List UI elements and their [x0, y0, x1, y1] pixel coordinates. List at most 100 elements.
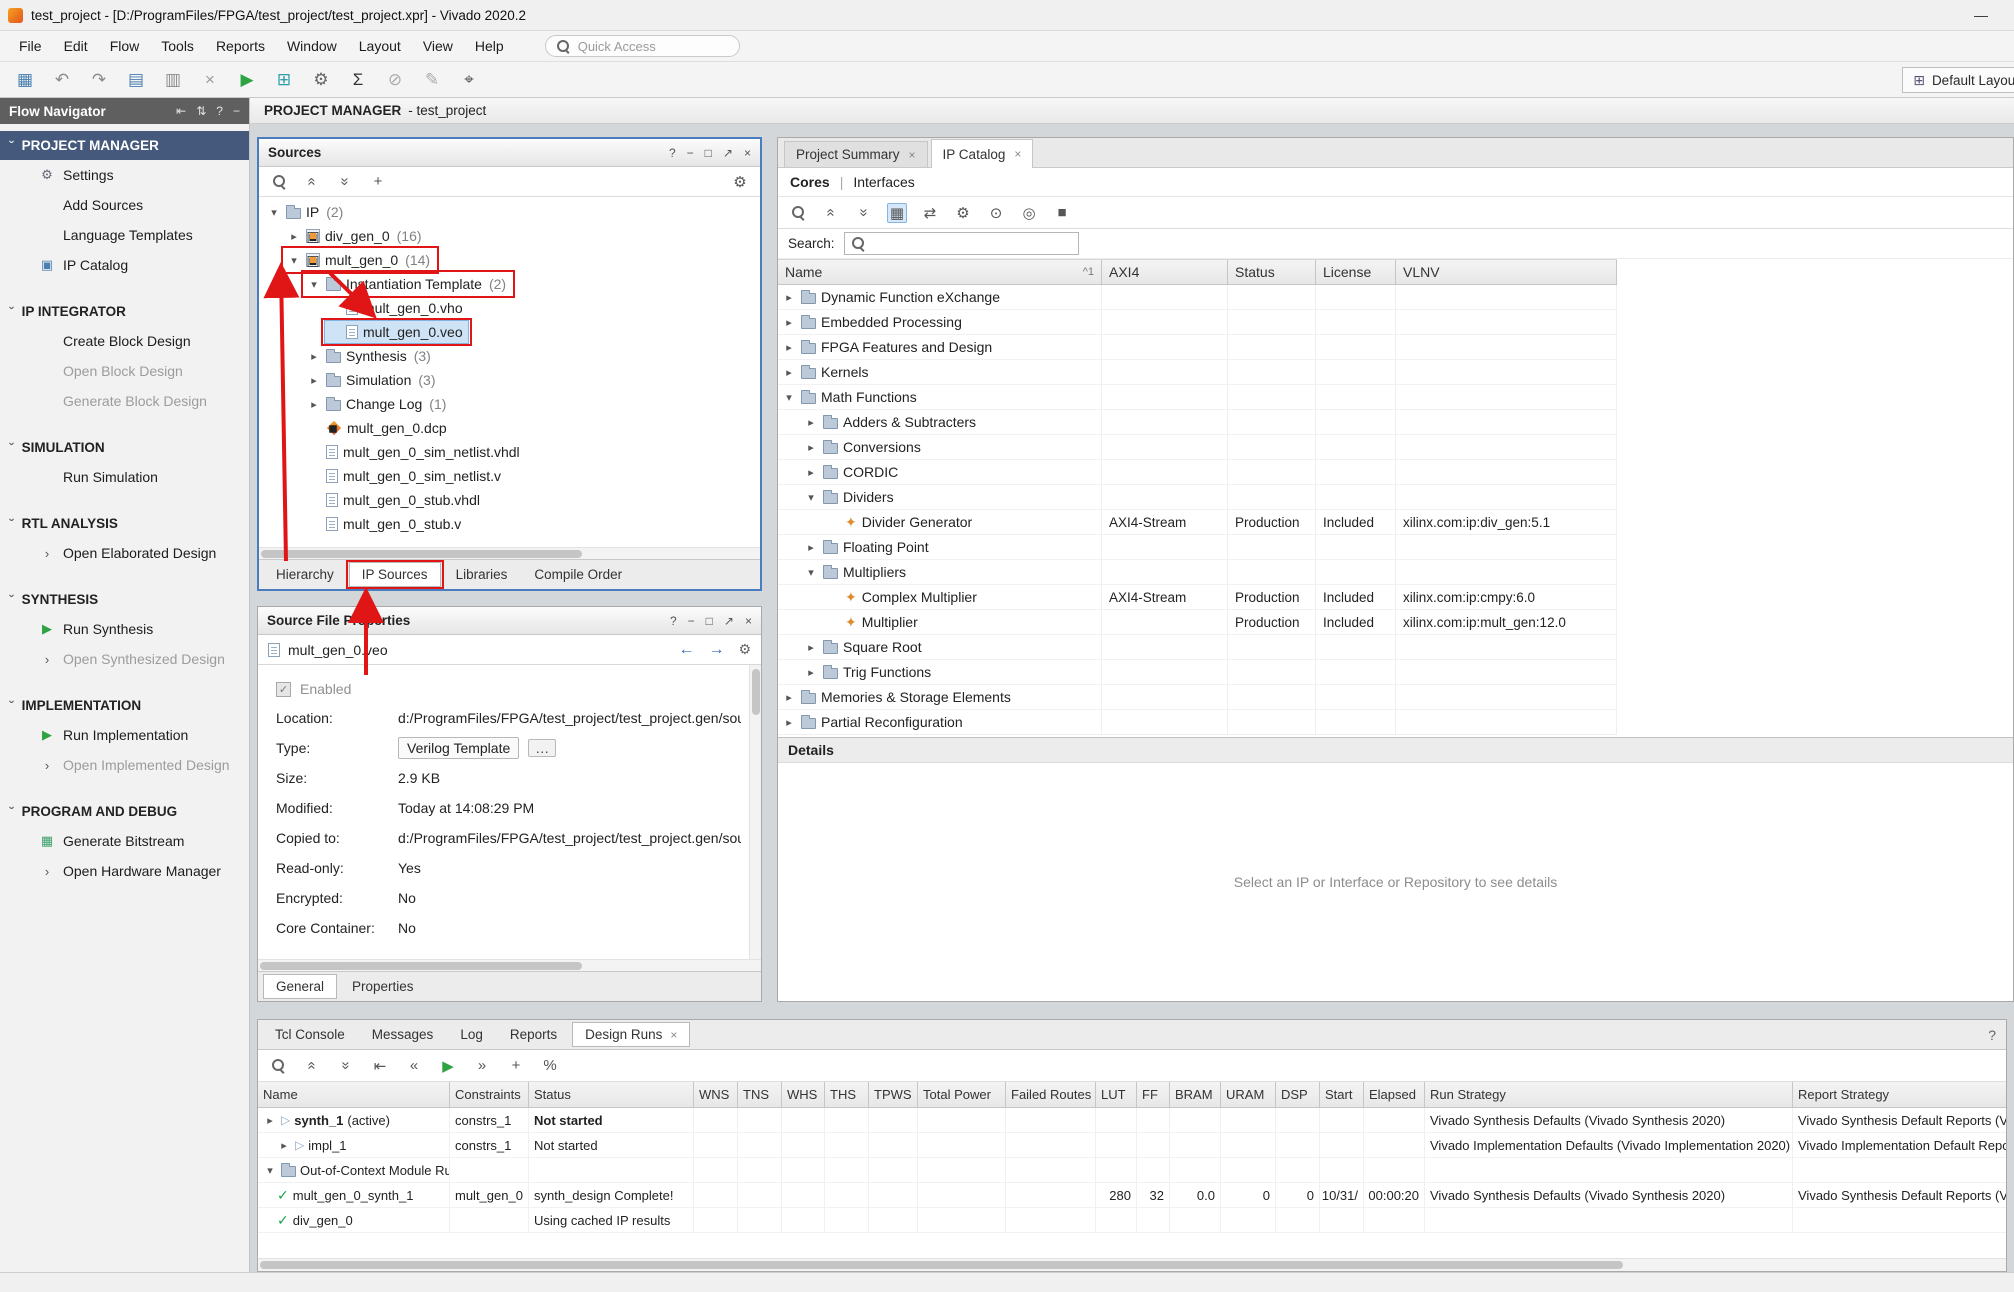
runs-column-header-report-strategy[interactable]: Report Strategy	[1793, 1082, 2014, 1107]
enabled-checkbox[interactable]: ✓	[276, 682, 291, 697]
scrollbar-thumb[interactable]	[261, 550, 582, 558]
properties-vertical-scrollbar[interactable]	[749, 665, 761, 959]
toolbar-delete-icon[interactable]: ×	[199, 69, 221, 91]
runs-column-header-whs[interactable]: WHS	[782, 1082, 825, 1107]
flow-item-language-templates[interactable]: Language Templates	[0, 220, 249, 250]
ip-row-multipliers[interactable]: ▾Multipliers	[778, 560, 1617, 585]
scrollbar-thumb[interactable]	[260, 962, 582, 970]
menu-view[interactable]: View	[412, 33, 464, 59]
ip-search-input[interactable]	[872, 236, 1072, 251]
group-by-category-icon[interactable]: ▦	[887, 203, 907, 223]
tree-item-mult-gen-0[interactable]: ▾▣mult_gen_0 (14)	[259, 248, 760, 272]
tree-item-mult-gen-0-dcp[interactable]: ◆mult_gen_0.dcp	[259, 416, 760, 440]
scrollbar-thumb[interactable]	[260, 1261, 1623, 1269]
flow-section-header-project-manager[interactable]: ˇPROJECT MANAGER	[0, 131, 249, 160]
search-icon[interactable]	[269, 172, 289, 192]
ip-column-header-license[interactable]: License	[1316, 260, 1396, 284]
ellipsis-button[interactable]: …	[528, 739, 556, 757]
properties-tab-general[interactable]: General	[263, 974, 337, 999]
expand-icon[interactable]: ▸	[263, 1114, 277, 1127]
ip-settings-icon[interactable]: ⚙	[953, 203, 973, 223]
expand-icon[interactable]: ▸	[782, 291, 796, 304]
jump-to-start-icon[interactable]: ⇤	[370, 1056, 390, 1076]
tree-item-mult-gen-0-vho[interactable]: mult_gen_0.vho	[259, 296, 760, 320]
ip-row-floating-point[interactable]: ▸Floating Point	[778, 535, 1617, 560]
ip-row-fpga-features-and-design[interactable]: ▸FPGA Features and Design	[778, 335, 1617, 360]
sources-tab-hierarchy[interactable]: Hierarchy	[264, 562, 346, 587]
flow-item-run-synthesis[interactable]: ▶Run Synthesis	[0, 614, 249, 644]
sources-settings-gear-icon[interactable]: ⚙	[730, 172, 750, 192]
ip-column-header-axi4[interactable]: AXI4	[1102, 260, 1228, 284]
flow-section-header-program-and-debug[interactable]: ˇPROGRAM AND DEBUG	[0, 797, 249, 826]
tree-item-mult-gen-0-sim-netlist-v[interactable]: mult_gen_0_sim_netlist.v	[259, 464, 760, 488]
collapse-icon[interactable]: ▾	[267, 206, 281, 219]
ip-row-cordic[interactable]: ▸CORDIC	[778, 460, 1617, 485]
search-icon[interactable]	[788, 203, 808, 223]
sources-tab-libraries[interactable]: Libraries	[444, 562, 520, 587]
runs-column-header-uram[interactable]: URAM	[1221, 1082, 1276, 1107]
ip-row-math-functions[interactable]: ▾Math Functions	[778, 385, 1617, 410]
help-icon[interactable]: ?	[1988, 1027, 1996, 1043]
add-icon[interactable]: +	[368, 172, 388, 192]
ip-row-divider-generator[interactable]: ✦Divider GeneratorAXI4-StreamProductionI…	[778, 510, 1617, 535]
runs-column-header-status[interactable]: Status	[529, 1082, 694, 1107]
collapse-icon[interactable]: ▾	[804, 566, 818, 579]
console-tab-reports[interactable]: Reports	[498, 1022, 569, 1047]
tree-item-simulation[interactable]: ▸Simulation (3)	[259, 368, 760, 392]
run-row-out-of-context-module-runs[interactable]: ▾Out-of-Context Module Runs	[258, 1158, 2006, 1183]
sources-horizontal-scrollbar[interactable]	[259, 547, 760, 559]
expand-icon[interactable]: ▸	[307, 350, 321, 363]
run-row-div-gen-0[interactable]: ✓div_gen_0Using cached IP results	[258, 1208, 2006, 1233]
toolbar-run-icon[interactable]: ▶	[236, 69, 258, 91]
step-forward-icon[interactable]: »	[472, 1056, 492, 1076]
expand-icon[interactable]: ▸	[782, 366, 796, 379]
console-tab-tcl-console[interactable]: Tcl Console	[263, 1022, 357, 1047]
ip-row-multiplier[interactable]: ✦MultiplierProductionIncludedxilinx.com:…	[778, 610, 1617, 635]
tree-item-mult-gen-0-stub-vhdl[interactable]: mult_gen_0_stub.vhdl	[259, 488, 760, 512]
collapse-all-icon[interactable]: «	[821, 203, 841, 223]
expand-icon[interactable]: ▸	[782, 691, 796, 704]
type-value-chip[interactable]: Verilog Template	[398, 737, 519, 759]
ip-row-conversions[interactable]: ▸Conversions	[778, 435, 1617, 460]
runs-column-header-failed-routes[interactable]: Failed Routes	[1006, 1082, 1096, 1107]
ip-status-icon[interactable]: ■	[1052, 203, 1072, 223]
runs-column-header-wns[interactable]: WNS	[694, 1082, 738, 1107]
help-icon[interactable]: ?	[216, 104, 223, 118]
console-tab-log[interactable]: Log	[448, 1022, 495, 1047]
expand-all-icon[interactable]: »	[335, 172, 355, 192]
flow-item-create-block-design[interactable]: Create Block Design	[0, 326, 249, 356]
runs-column-header-dsp[interactable]: DSP	[1276, 1082, 1320, 1107]
expand-icon[interactable]: ▸	[307, 374, 321, 387]
doc-tab-ip-catalog[interactable]: IP Catalog×	[931, 139, 1034, 168]
menu-file[interactable]: File	[8, 33, 53, 59]
toolbar-edit-icon[interactable]: ✎	[421, 69, 443, 91]
ip-row-trig-functions[interactable]: ▸Trig Functions	[778, 660, 1617, 685]
runs-column-header-total-power[interactable]: Total Power	[918, 1082, 1006, 1107]
collapse-icon[interactable]: ▾	[263, 1164, 277, 1177]
ip-row-dividers[interactable]: ▾Dividers	[778, 485, 1617, 510]
tree-item-instantiation-template[interactable]: ▾Instantiation Template (2)	[259, 272, 760, 296]
runs-column-header-name[interactable]: Name	[258, 1082, 450, 1107]
menu-help[interactable]: Help	[464, 33, 515, 59]
toolbar-probe-icon[interactable]: ⌖	[458, 69, 480, 91]
step-back-icon[interactable]: «	[404, 1056, 424, 1076]
generate-license-icon[interactable]: ⊙	[986, 203, 1006, 223]
toolbar-create-bd-icon[interactable]: ⊞	[273, 69, 295, 91]
pane-settings-icon[interactable]: −	[233, 104, 240, 118]
ip-row-square-root[interactable]: ▸Square Root	[778, 635, 1617, 660]
close-icon[interactable]: ×	[1014, 147, 1021, 161]
properties-tab-properties[interactable]: Properties	[340, 974, 426, 999]
ip-search-box[interactable]	[844, 232, 1079, 255]
quick-access-search[interactable]: Quick Access	[545, 35, 740, 57]
tree-item-synthesis[interactable]: ▸Synthesis (3)	[259, 344, 760, 368]
runs-column-header-elapsed[interactable]: Elapsed	[1364, 1082, 1425, 1107]
sources-tab-compile-order[interactable]: Compile Order	[522, 562, 634, 587]
run-icon[interactable]: ▶	[438, 1056, 458, 1076]
menu-edit[interactable]: Edit	[53, 33, 99, 59]
flow-item-run-simulation[interactable]: Run Simulation	[0, 462, 249, 492]
tree-item-mult-gen-0-veo[interactable]: mult_gen_0.veo	[259, 320, 760, 344]
toolbar-save-icon[interactable]: ▦	[14, 69, 36, 91]
menu-layout[interactable]: Layout	[348, 33, 412, 59]
ip-column-header-name[interactable]: Name^1	[778, 260, 1102, 284]
forward-arrow-icon[interactable]: →	[708, 641, 724, 659]
